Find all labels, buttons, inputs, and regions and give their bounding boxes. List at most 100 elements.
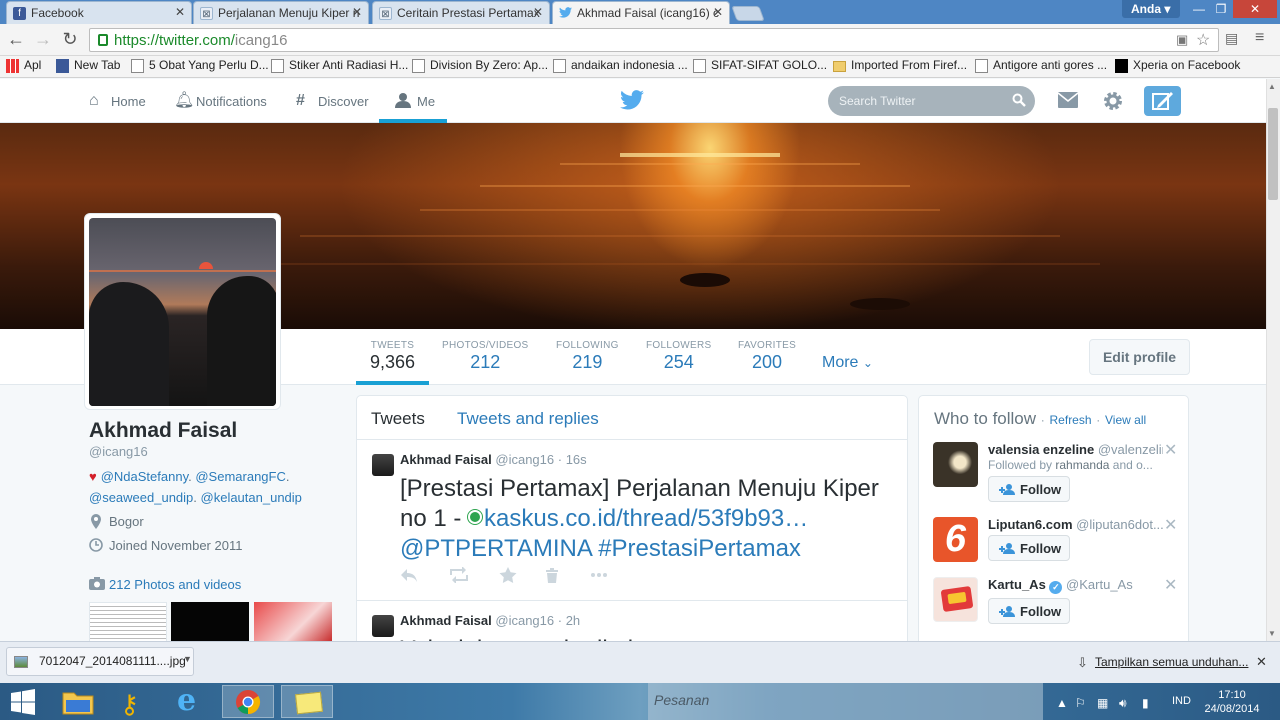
tab-tweets[interactable]: Tweets bbox=[371, 409, 425, 429]
search-input[interactable]: Search Twitter bbox=[828, 86, 1035, 116]
twitter-bird-icon[interactable] bbox=[620, 90, 644, 110]
system-clock[interactable]: 17:10 24/08/2014 bbox=[1200, 688, 1264, 716]
scrollbar-thumb[interactable] bbox=[1268, 108, 1278, 200]
tab-close-icon[interactable]: ✕ bbox=[533, 5, 543, 19]
photo-thumbnail[interactable] bbox=[171, 602, 249, 642]
bookmark-star-icon[interactable]: ☆ bbox=[1196, 30, 1210, 50]
tab-close-icon[interactable]: ✕ bbox=[175, 5, 185, 19]
photo-thumbnail[interactable] bbox=[89, 602, 167, 642]
favorite-star-icon[interactable] bbox=[499, 567, 517, 583]
follow-button[interactable]: Follow bbox=[988, 476, 1070, 502]
reply-icon[interactable] bbox=[400, 567, 418, 583]
bookmark-apps[interactable]: Apl bbox=[6, 58, 41, 73]
nav-home[interactable]: ⌂ Home bbox=[89, 92, 146, 109]
nav-discover[interactable]: # Discover bbox=[296, 92, 369, 109]
edit-profile-button[interactable]: Edit profile bbox=[1089, 339, 1190, 375]
stat-favorites[interactable]: FAVORITES 200 bbox=[738, 340, 796, 373]
tweet-author[interactable]: Akhmad Faisal @icang16 · 2h bbox=[400, 613, 580, 628]
browser-tab-facebook[interactable]: f Facebook ✕ bbox=[6, 1, 192, 24]
photos-videos-link[interactable]: 212 Photos and videos bbox=[89, 577, 241, 592]
context-user[interactable]: rahmanda bbox=[1055, 458, 1109, 472]
tweet-hashtag[interactable]: #PrestasiPertamax bbox=[598, 535, 801, 562]
signal-icon[interactable]: ▮ bbox=[1142, 696, 1149, 710]
bookmark-item[interactable]: SIFAT-SIFAT GOLO... bbox=[693, 58, 827, 73]
bio-mention[interactable]: @seaweed_undip bbox=[89, 490, 193, 505]
refresh-link[interactable]: Refresh bbox=[1050, 413, 1092, 427]
suggestion-name[interactable]: Liputan6.com @liputan6dot... bbox=[988, 517, 1163, 532]
scroll-up-icon[interactable]: ▲ bbox=[1268, 82, 1276, 91]
tweet-time[interactable]: 2h bbox=[566, 613, 580, 628]
suggestion-name[interactable]: Kartu_As ✓ @Kartu_As bbox=[988, 577, 1163, 594]
suggestion-name[interactable]: valensia enzeline @valenzelin bbox=[988, 442, 1163, 457]
follow-button[interactable]: Follow bbox=[988, 535, 1070, 561]
compose-tweet-button[interactable] bbox=[1144, 86, 1181, 116]
translate-icon[interactable]: ▣ bbox=[1176, 32, 1188, 48]
envelope-icon[interactable] bbox=[1057, 92, 1079, 108]
stat-photos-videos[interactable]: PHOTOS/VIDEOS 212 bbox=[442, 340, 529, 373]
dismiss-icon[interactable]: ✕ bbox=[1164, 515, 1177, 535]
tweet-avatar[interactable] bbox=[372, 615, 394, 637]
tweet-mention[interactable]: @PTPERTAMINA bbox=[400, 535, 592, 562]
flag-icon[interactable]: ⚐ bbox=[1075, 696, 1086, 710]
search-icon[interactable] bbox=[1012, 93, 1026, 107]
follow-button[interactable]: Follow bbox=[988, 598, 1070, 624]
taskbar-app-keys[interactable]: ⚷ bbox=[108, 685, 160, 719]
volume-icon[interactable]: 🔊︎ bbox=[1119, 696, 1127, 711]
close-download-bar-icon[interactable]: ✕ bbox=[1256, 654, 1267, 670]
taskbar-notes[interactable] bbox=[281, 685, 333, 718]
reload-icon[interactable]: ↻ bbox=[59, 28, 81, 50]
dismiss-icon[interactable]: ✕ bbox=[1164, 440, 1177, 460]
suggestion-avatar[interactable] bbox=[933, 442, 978, 487]
bio-mention[interactable]: @NdaStefanny bbox=[101, 469, 188, 484]
bookmark-item[interactable]: 5 Obat Yang Perlu D... bbox=[131, 58, 269, 73]
input-language[interactable]: IND bbox=[1172, 695, 1191, 707]
tweet-avatar[interactable] bbox=[372, 454, 394, 476]
stat-tweets[interactable]: TWEETS 9,366 bbox=[370, 340, 415, 373]
profile-avatar[interactable] bbox=[84, 213, 281, 410]
forward-icon[interactable]: → bbox=[32, 28, 54, 50]
browser-tab-kaskus-1[interactable]: ⊠ Perjalanan Menuju Kiper n ✕ bbox=[193, 1, 369, 24]
bookmark-item[interactable]: Stiker Anti Radiasi H... bbox=[271, 58, 408, 73]
taskbar-explorer[interactable] bbox=[52, 685, 104, 718]
new-tab-button[interactable] bbox=[731, 6, 765, 21]
photo-thumbnail[interactable] bbox=[254, 602, 332, 642]
message-input[interactable]: Pesanan bbox=[648, 683, 1043, 720]
taskbar-chrome[interactable] bbox=[222, 685, 274, 718]
bookmark-xperia[interactable]: Xperia on Facebook bbox=[1115, 58, 1240, 73]
show-all-downloads-link[interactable]: Tampilkan semua unduhan... bbox=[1095, 655, 1248, 669]
bookmark-new-tab[interactable]: New Tab bbox=[56, 58, 120, 73]
trash-icon[interactable] bbox=[545, 567, 559, 583]
view-all-link[interactable]: View all bbox=[1105, 413, 1146, 427]
tweet-author[interactable]: Akhmad Faisal @icang16 · 16s bbox=[400, 452, 587, 467]
more-dropdown[interactable]: More ⌄ bbox=[822, 354, 873, 372]
browser-tab-twitter[interactable]: Akhmad Faisal (icang16) c ✕ bbox=[552, 1, 730, 25]
stat-following[interactable]: FOLLOWING 219 bbox=[556, 340, 619, 373]
network-icon[interactable]: ▦ bbox=[1097, 696, 1108, 710]
nav-notifications[interactable]: 🔔︎ Notifications bbox=[174, 92, 267, 109]
nav-me[interactable]: Me bbox=[395, 93, 435, 109]
tab-close-icon[interactable]: ✕ bbox=[713, 5, 723, 19]
download-menu-icon[interactable]: ▼ bbox=[183, 654, 192, 664]
bio-mention[interactable]: @SemarangFC bbox=[195, 469, 286, 484]
tray-expand-icon[interactable]: ▲ bbox=[1056, 696, 1068, 710]
scroll-down-icon[interactable]: ▼ bbox=[1268, 629, 1276, 638]
bookmark-folder[interactable]: Imported From Firef... bbox=[833, 58, 967, 72]
tab-tweets-and-replies[interactable]: Tweets and replies bbox=[457, 409, 599, 429]
address-bar[interactable]: https://twitter.com/icang16 ▣ ☆ bbox=[89, 28, 1219, 52]
suggestion-avatar[interactable] bbox=[933, 577, 978, 622]
browser-tab-kaskus-2[interactable]: ⊠ Ceritain Prestasi Pertamax ✕ bbox=[372, 1, 550, 24]
tab-close-icon[interactable]: ✕ bbox=[352, 5, 362, 19]
tweet[interactable]: Akhmad Faisal @icang16 · 2h Yaiyalah nga… bbox=[357, 601, 907, 644]
menu-icon[interactable]: ≡ bbox=[1255, 29, 1264, 47]
restore-icon[interactable]: ❐ bbox=[1208, 0, 1234, 18]
dismiss-icon[interactable]: ✕ bbox=[1164, 575, 1177, 595]
bookmark-item[interactable]: andaikan indonesia ... bbox=[553, 58, 688, 73]
windows-start-icon[interactable] bbox=[10, 689, 36, 715]
tweet[interactable]: Akhmad Faisal @icang16 · 16s [Prestasi P… bbox=[357, 440, 907, 601]
extension-icon[interactable]: ▤ bbox=[1225, 30, 1238, 47]
more-options-icon[interactable] bbox=[590, 567, 608, 583]
stat-followers[interactable]: FOLLOWERS 254 bbox=[646, 340, 712, 373]
tweet-time[interactable]: 16s bbox=[566, 452, 587, 467]
bookmark-item[interactable]: Division By Zero: Ap... bbox=[412, 58, 548, 73]
browser-profile-button[interactable]: Anda ▾ bbox=[1122, 0, 1180, 18]
